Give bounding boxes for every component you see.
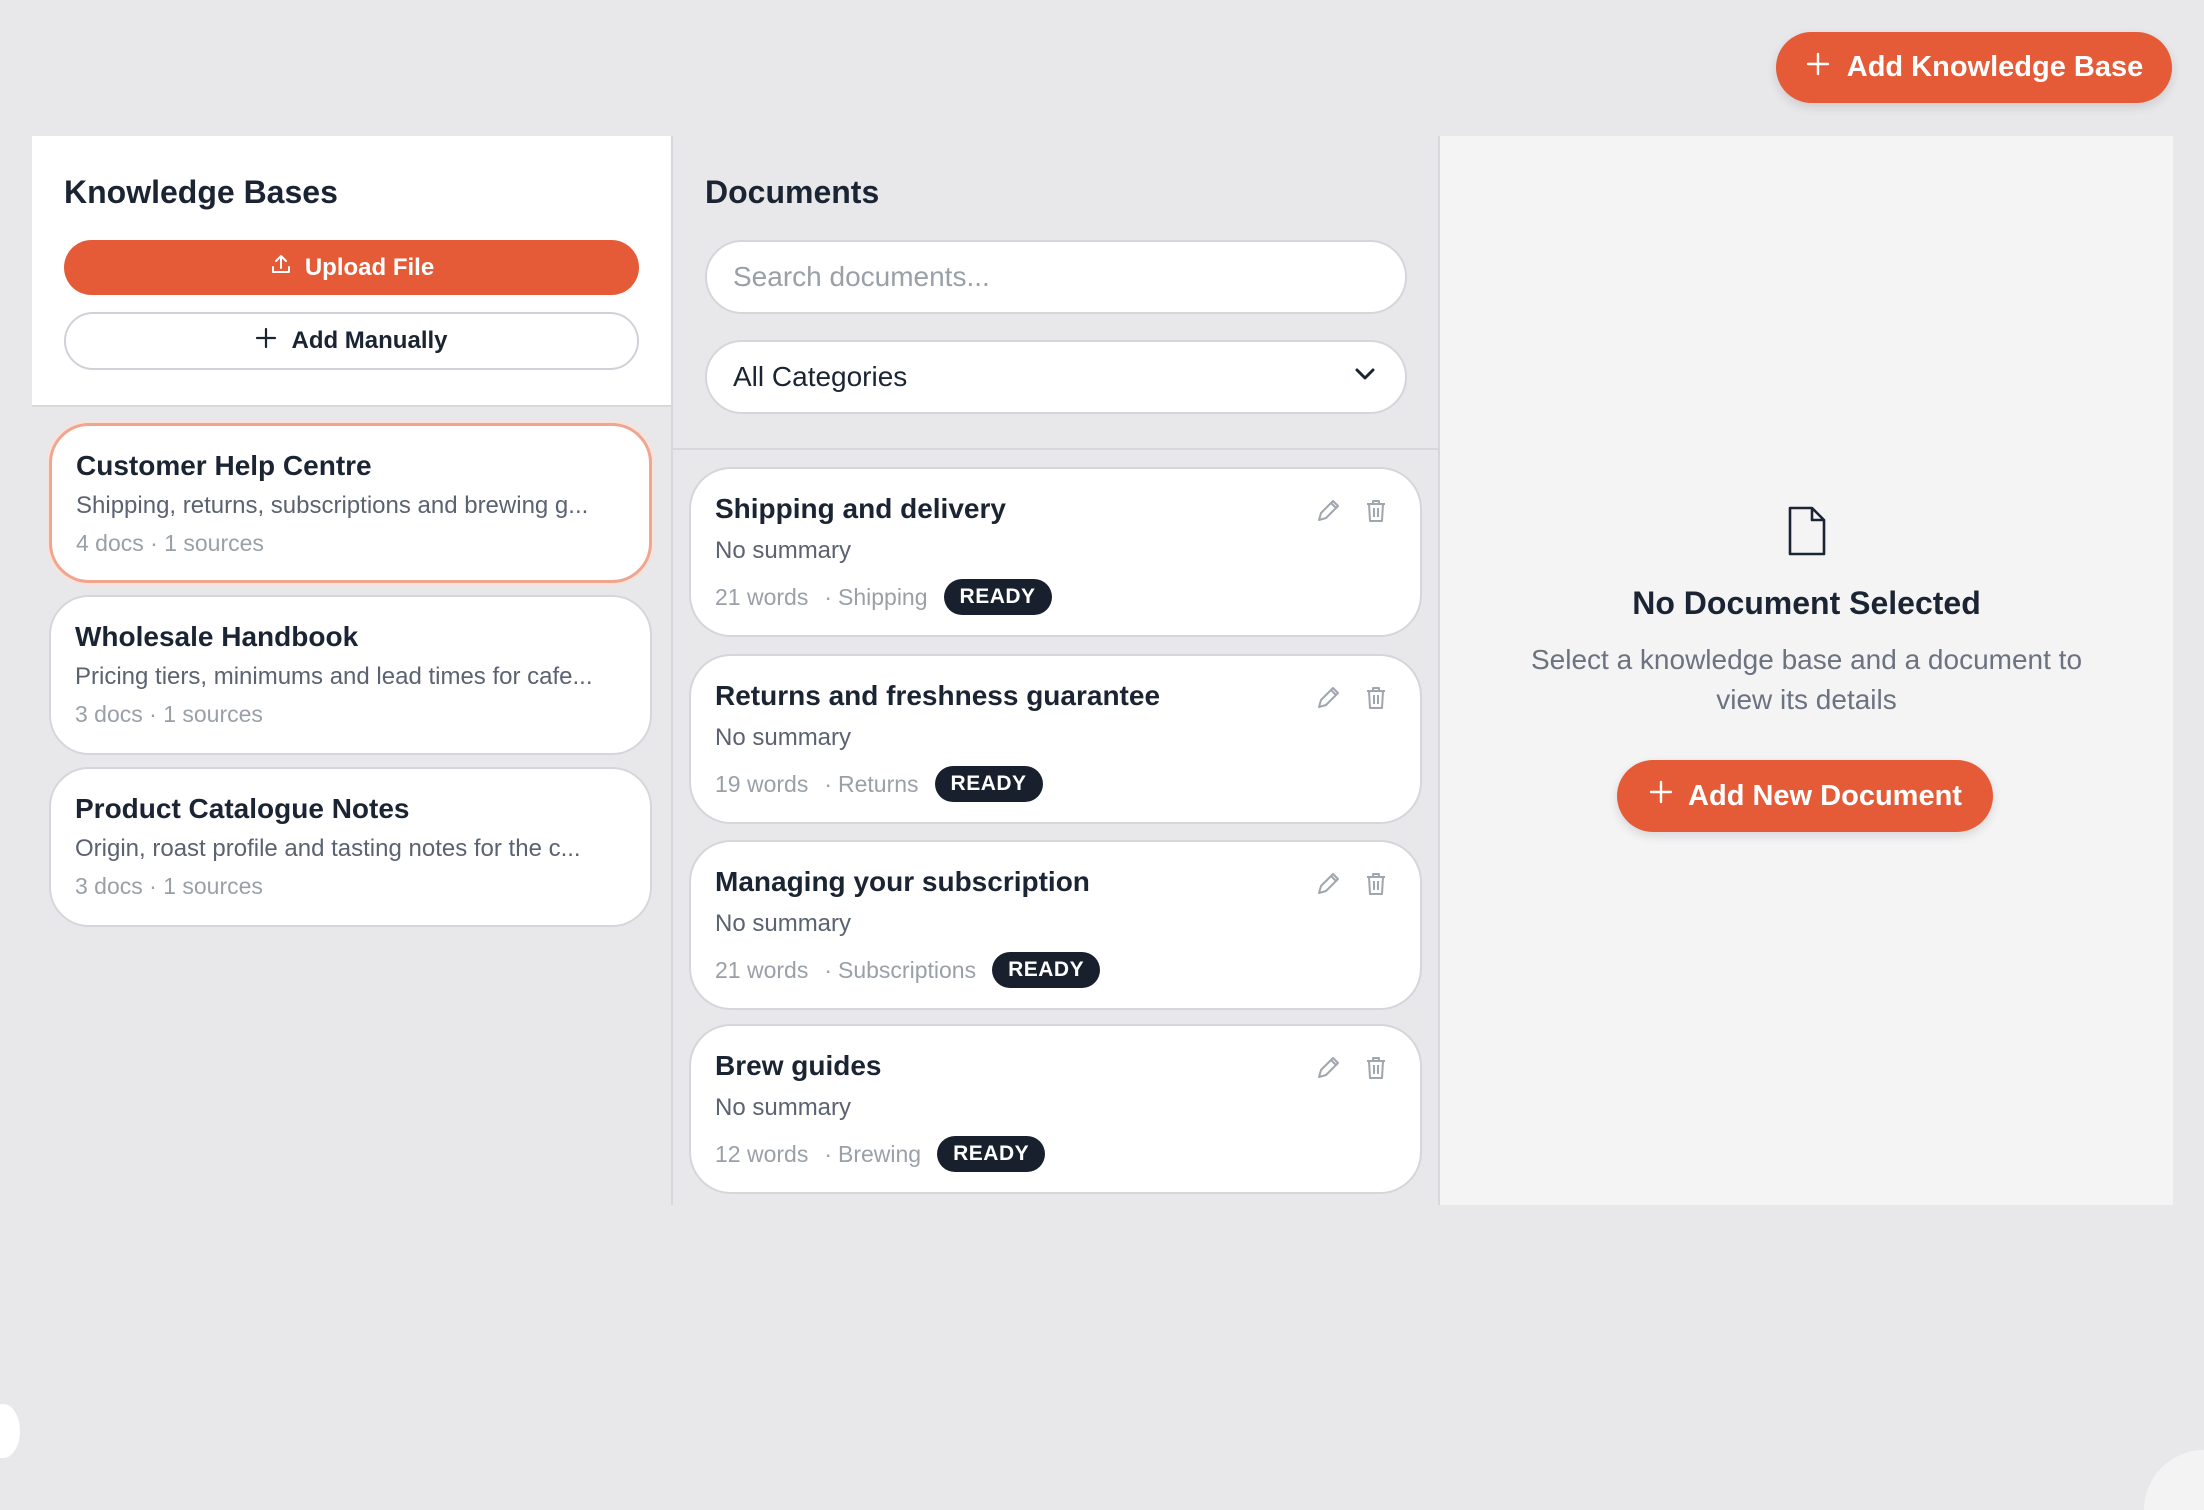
document-card[interactable]: Shipping and delivery No summary 21 word… <box>689 467 1422 637</box>
document-title: Managing your subscription <box>715 866 1090 897</box>
meta-separator: · <box>824 583 832 610</box>
upload-icon <box>269 252 293 283</box>
document-meta: 12 words · Brewing READY <box>715 1136 1396 1172</box>
document-actions <box>1314 684 1390 717</box>
document-category: Brewing <box>838 1140 922 1167</box>
meta-separator: · <box>824 770 832 797</box>
word-count: 21 words <box>715 583 809 610</box>
kb-name: Wholesale Handbook <box>75 621 359 652</box>
document-title: Shipping and delivery <box>715 493 1006 524</box>
trash-icon[interactable] <box>1362 870 1390 903</box>
kb-meta: 3 docs · 1 sources <box>75 873 263 899</box>
documents-panel: Documents Search documents... All Catego… <box>673 136 1438 1205</box>
document-category: Returns <box>838 770 919 797</box>
documents-title: Documents <box>705 174 880 210</box>
empty-state: No Document Selected Select a knowledge … <box>1440 506 2173 720</box>
add-manually-label: Add Manually <box>291 327 448 354</box>
word-count: 19 words <box>715 770 809 797</box>
document-summary: No summary <box>715 1094 852 1121</box>
pencil-icon[interactable] <box>1314 870 1342 903</box>
word-count: 21 words <box>715 956 809 983</box>
document-meta: 19 words · Returns READY <box>715 766 1396 802</box>
add-knowledge-base-label: Add Knowledge Base <box>1846 51 2144 83</box>
empty-state-line: view its details <box>1716 684 1897 715</box>
document-title: Brew guides <box>715 1050 882 1081</box>
kb-meta: 4 docs · 1 sources <box>76 530 264 556</box>
add-manually-button[interactable]: Add Manually <box>64 312 639 370</box>
documents-divider <box>673 448 1438 450</box>
pencil-icon[interactable] <box>1314 684 1342 717</box>
empty-state-message: Select a knowledge base and a document t… <box>1440 640 2173 720</box>
search-input[interactable]: Search documents... <box>705 240 1407 314</box>
document-summary: No summary <box>715 724 852 751</box>
upload-file-button[interactable]: Upload File <box>64 240 639 295</box>
chevron-down-icon <box>1351 360 1379 395</box>
status-badge: READY <box>937 1136 1046 1172</box>
document-actions <box>1314 1054 1390 1087</box>
document-card[interactable]: Managing your subscription No summary 21… <box>689 840 1422 1010</box>
plus-icon <box>255 327 277 356</box>
window-corner <box>2144 1450 2204 1510</box>
status-badge: READY <box>992 952 1101 988</box>
kb-name: Product Catalogue Notes <box>75 793 410 824</box>
document-card[interactable]: Brew guides No summary 12 words · Brewin… <box>689 1024 1422 1194</box>
pencil-icon[interactable] <box>1314 497 1342 530</box>
document-title: Returns and freshness guarantee <box>715 680 1161 711</box>
document-card[interactable]: Returns and freshness guarantee No summa… <box>689 654 1422 824</box>
document-icon <box>1786 506 1828 560</box>
status-badge: READY <box>934 766 1043 802</box>
kb-description: Shipping, returns, subscriptions and bre… <box>76 492 589 519</box>
kb-meta: 3 docs · 1 sources <box>75 701 263 727</box>
document-category: Subscriptions <box>838 956 977 983</box>
add-knowledge-base-button[interactable]: Add Knowledge Base <box>1776 32 2172 103</box>
search-placeholder: Search documents... <box>733 261 990 292</box>
document-actions <box>1314 497 1390 530</box>
plus-icon <box>1648 779 1674 813</box>
knowledge-base-list: Customer Help Centre Shipping, returns, … <box>32 405 671 1205</box>
meta-separator: · <box>824 956 832 983</box>
meta-separator: · <box>824 1140 832 1167</box>
knowledge-bases-header-panel: Knowledge Bases Upload File Add Manually <box>32 136 671 405</box>
pencil-icon[interactable] <box>1314 1054 1342 1087</box>
kb-name: Customer Help Centre <box>76 450 372 481</box>
add-new-document-button[interactable]: Add New Document <box>1617 760 1993 832</box>
document-meta: 21 words · Shipping READY <box>715 579 1396 615</box>
trash-icon[interactable] <box>1362 684 1390 717</box>
status-badge: READY <box>943 579 1052 615</box>
document-category: Shipping <box>838 583 928 610</box>
edge-handle[interactable] <box>0 1404 20 1458</box>
category-selected-value: All Categories <box>733 361 908 392</box>
document-summary: No summary <box>715 537 852 564</box>
trash-icon[interactable] <box>1362 497 1390 530</box>
kb-card-wholesale-handbook[interactable]: Wholesale Handbook Pricing tiers, minimu… <box>49 595 652 755</box>
document-meta: 21 words · Subscriptions READY <box>715 952 1396 988</box>
kb-card-product-catalogue-notes[interactable]: Product Catalogue Notes Origin, roast pr… <box>49 767 652 927</box>
empty-state-title: No Document Selected <box>1632 585 1981 621</box>
document-actions <box>1314 870 1390 903</box>
kb-description: Origin, roast profile and tasting notes … <box>75 835 581 862</box>
upload-file-label: Upload File <box>304 253 435 281</box>
add-new-document-label: Add New Document <box>1688 779 1962 812</box>
knowledge-bases-title: Knowledge Bases <box>64 174 338 210</box>
word-count: 12 words <box>715 1140 809 1167</box>
empty-state-line: Select a knowledge base and a document t… <box>1530 644 2083 675</box>
document-summary: No summary <box>715 910 852 937</box>
trash-icon[interactable] <box>1362 1054 1390 1087</box>
kb-card-customer-help-centre[interactable]: Customer Help Centre Shipping, returns, … <box>49 423 652 583</box>
plus-icon <box>1805 51 1831 85</box>
document-detail-panel: No Document Selected Select a knowledge … <box>1440 136 2173 1205</box>
category-select[interactable]: All Categories <box>705 340 1407 414</box>
kb-description: Pricing tiers, minimums and lead times f… <box>75 663 593 690</box>
